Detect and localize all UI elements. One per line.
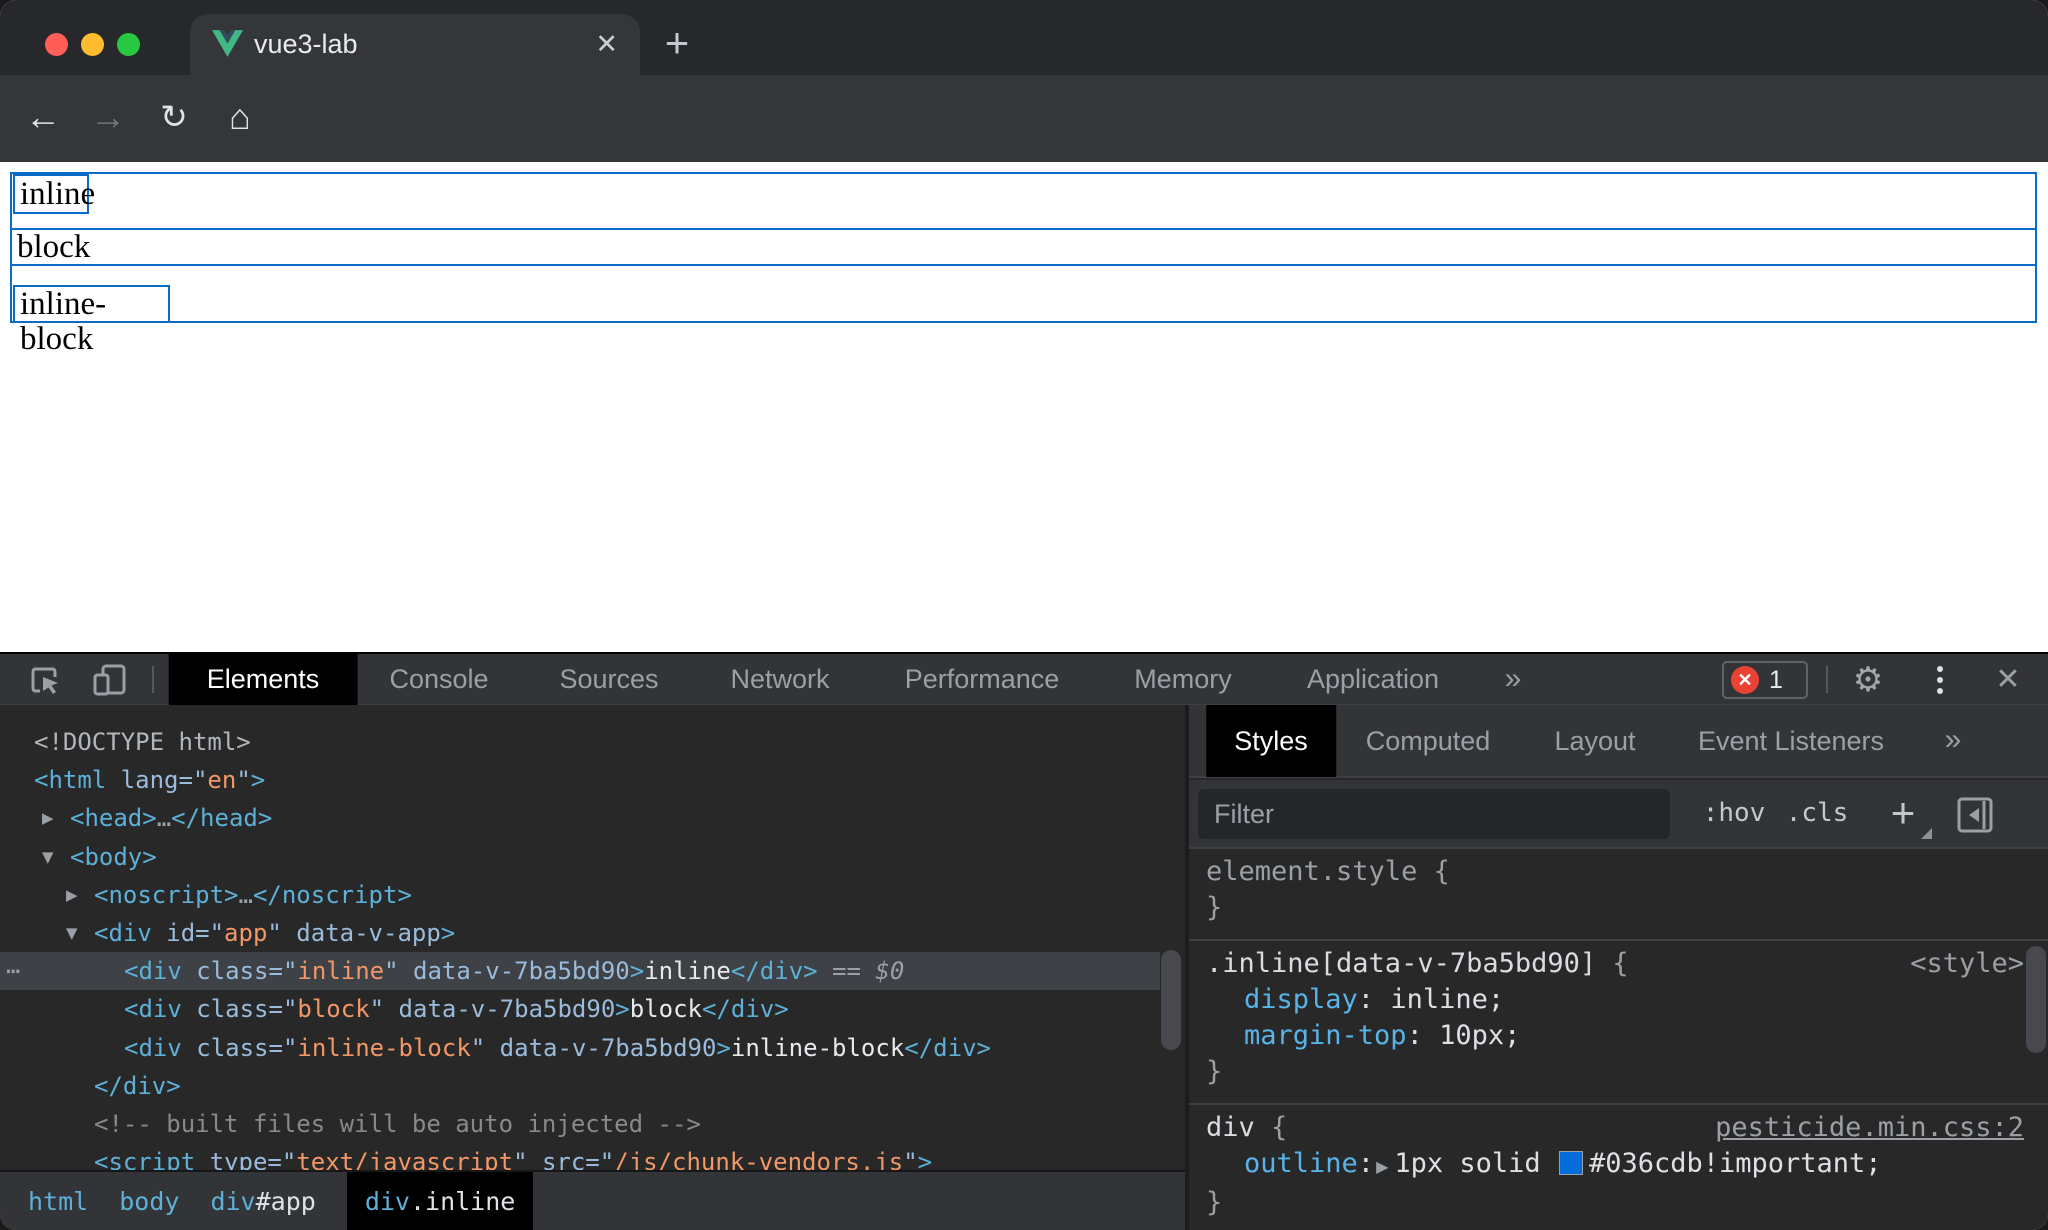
breadcrumb-item[interactable]: div.inline xyxy=(346,1172,534,1230)
color-swatch[interactable] xyxy=(1558,1151,1583,1175)
expand-arrow-icon[interactable]: ▶ xyxy=(42,799,54,837)
vue-favicon-icon xyxy=(212,30,243,57)
css-property[interactable]: margin-top: 10px; xyxy=(1189,1018,2048,1054)
dom-row[interactable]: <!DOCTYPE html> xyxy=(0,723,1185,761)
devtools-tab-sources[interactable]: Sources xyxy=(559,654,658,705)
new-style-rule-button[interactable]: + xyxy=(1891,780,1916,849)
window-close-button[interactable] xyxy=(45,33,68,56)
browser-window: vue3-lab ✕ + ← → ↻ ⌂ localhost:8080 ☆ xyxy=(0,0,2048,1230)
dom-row[interactable]: <div class="inline-block" data-v-7ba5bd9… xyxy=(0,1029,1185,1067)
inline-block-div: inline-block xyxy=(13,285,170,357)
error-badge[interactable]: ✕ 1 xyxy=(1722,661,1808,699)
browser-tab[interactable]: vue3-lab ✕ xyxy=(190,14,640,75)
expand-arrow-icon[interactable]: ▶ xyxy=(66,876,78,914)
more-sidebar-tabs-icon[interactable]: » xyxy=(1945,705,1962,777)
dom-row[interactable]: ⋯ <div class="inline" data-v-7ba5bd90>inl… xyxy=(0,952,1160,991)
devtools-tab-performance[interactable]: Performance xyxy=(905,654,1060,705)
breadcrumb-item[interactable]: body xyxy=(119,1172,179,1230)
dom-row[interactable]: ▶ <head>…</head> xyxy=(0,799,1185,837)
style-rules: element.style {} .inline[data-v-7ba5bd90]… xyxy=(1189,849,2048,1230)
dom-row[interactable]: ▼ <div id="app" data-v-app> xyxy=(0,914,1185,952)
error-icon: ✕ xyxy=(1731,666,1759,694)
devtools-tab-elements[interactable]: Elements xyxy=(168,654,358,705)
inline-block-label: inline-block xyxy=(20,286,107,357)
devtools-toolbar: Elements Console Sources Network Performance… xyxy=(0,654,2048,705)
inline-label: inline xyxy=(20,176,96,212)
dom-scrollbar-thumb[interactable] xyxy=(1161,950,1181,1050)
inline-div: inline xyxy=(13,174,96,214)
more-tabs-icon[interactable]: » xyxy=(1505,654,1522,705)
css-property[interactable]: outline: ▶ 1px solid #036cdb!important; xyxy=(1189,1146,2048,1185)
sidebar-tabs: Styles Computed Layout Event Listeners » xyxy=(1189,705,2048,778)
dom-row[interactable]: <div class="block" data-v-7ba5bd90>block… xyxy=(0,990,1185,1028)
styles-sidebar: Styles Computed Layout Event Listeners » :h… xyxy=(1189,705,2048,1230)
dom-row[interactable]: ▶ <noscript>…</noscript> xyxy=(0,876,1185,914)
devtools-close-icon[interactable]: ✕ xyxy=(1982,654,2034,705)
dom-row[interactable]: ▼ <body> xyxy=(0,838,1185,876)
pseudo-state-toggle[interactable]: :hov xyxy=(1703,780,1766,849)
back-icon[interactable]: ← xyxy=(15,75,71,162)
page-viewport: inline block inline-block xyxy=(0,162,2048,652)
styles-scrollbar-thumb[interactable] xyxy=(2026,946,2046,1053)
row-menu-dots-icon[interactable]: ⋯ xyxy=(6,952,22,990)
breadcrumb-item[interactable]: div#app xyxy=(210,1172,315,1230)
devtools-menu-dots-icon[interactable] xyxy=(1914,654,1966,705)
dom-row[interactable]: <!-- built files will be auto injected -… xyxy=(0,1105,1185,1143)
tab-close-icon[interactable]: ✕ xyxy=(595,14,618,75)
dom-breadcrumbs: html body div#app div.inline xyxy=(0,1170,1185,1230)
new-tab-button[interactable]: + xyxy=(652,14,702,75)
window-zoom-button[interactable] xyxy=(117,33,140,56)
reload-icon[interactable]: ↻ xyxy=(146,75,202,162)
devtools-tab-application[interactable]: Application xyxy=(1307,654,1439,705)
stylesheet-link[interactable]: pesticide.min.css:2 xyxy=(1715,1110,2024,1146)
home-icon[interactable]: ⌂ xyxy=(212,75,268,162)
collapse-arrow-icon[interactable]: ▼ xyxy=(42,838,54,876)
devtools-tab-network[interactable]: Network xyxy=(730,654,829,705)
inspect-element-icon[interactable] xyxy=(18,654,70,705)
tab-strip: vue3-lab ✕ + xyxy=(0,0,2048,75)
devtools-tab-console[interactable]: Console xyxy=(389,654,488,705)
error-count: 1 xyxy=(1769,665,1783,694)
elements-tree: <!DOCTYPE html> <html lang="en"> ▶ <head>…<… xyxy=(0,706,1185,1170)
sidebar-tab-styles[interactable]: Styles xyxy=(1206,705,1336,777)
style-rule[interactable]: element.style {} xyxy=(1189,849,2048,941)
browser-toolbar: ← → ↻ ⌂ localhost:8080 ☆ xyxy=(0,75,2048,220)
sidebar-tab-event-listeners[interactable]: Event Listeners xyxy=(1698,705,1884,777)
sidebar-tab-layout[interactable]: Layout xyxy=(1554,705,1635,777)
computed-sidebar-toggle-icon[interactable] xyxy=(1957,797,1993,833)
devtools-panel: Elements Console Sources Network Performance… xyxy=(0,652,2048,1230)
css-property[interactable]: display: inline; xyxy=(1189,982,2048,1018)
styles-filter-bar: :hov .cls + xyxy=(1189,780,2048,849)
block-div: block xyxy=(10,228,2037,266)
dom-row[interactable]: </div> xyxy=(0,1067,1185,1105)
breadcrumb-item[interactable]: html xyxy=(28,1172,88,1230)
collapse-arrow-icon[interactable]: ▼ xyxy=(66,914,78,952)
style-origin: <style> xyxy=(1910,948,2024,979)
settings-gear-icon[interactable]: ⚙ xyxy=(1842,654,1894,705)
block-label: block xyxy=(17,229,91,265)
new-rule-caret-icon xyxy=(1921,828,1932,839)
dom-row[interactable]: <html lang="en"> xyxy=(0,761,1185,799)
style-rule[interactable]: div {pesticide.min.css:2 outline: ▶ 1px sol… xyxy=(1189,1105,2048,1230)
expand-shorthand-icon[interactable]: ▶ xyxy=(1374,1157,1394,1176)
forward-icon[interactable]: → xyxy=(80,75,136,162)
toolbar-separator xyxy=(152,666,154,693)
dom-row[interactable]: <script type="text/javascript" src="/js/… xyxy=(0,1143,1185,1170)
sidebar-tab-computed[interactable]: Computed xyxy=(1366,705,1491,777)
class-toggle[interactable]: .cls xyxy=(1786,780,1849,849)
styles-filter-input[interactable] xyxy=(1198,789,1670,839)
toolbar-separator xyxy=(1826,666,1828,693)
devtools-tab-memory[interactable]: Memory xyxy=(1134,654,1232,705)
tab-title: vue3-lab xyxy=(254,29,358,59)
style-rule[interactable]: .inline[data-v-7ba5bd90] {<style> display… xyxy=(1189,941,2048,1105)
device-toolbar-icon[interactable] xyxy=(84,654,136,705)
window-minimize-button[interactable] xyxy=(81,33,104,56)
